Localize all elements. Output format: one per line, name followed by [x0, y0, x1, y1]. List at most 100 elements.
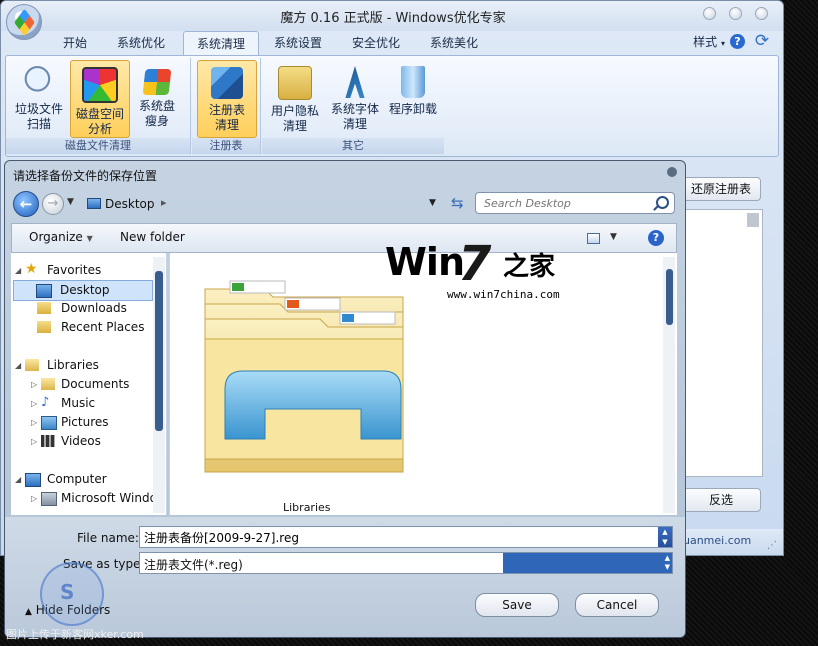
font-clean-label1: 系统字体	[330, 102, 379, 116]
nav-scrollbar-thumb[interactable]	[155, 271, 163, 431]
disk-space-label1: 磁盘空间	[75, 107, 124, 121]
file-scrollbar-thumb[interactable]	[666, 269, 673, 325]
tab-system-clean[interactable]: 系统清理	[183, 31, 259, 56]
history-dropdown-icon[interactable]: ▼	[67, 197, 74, 207]
help-icon[interactable]: ?	[730, 34, 745, 49]
expand-icon[interactable]: ◢	[15, 261, 21, 280]
tab-beautify[interactable]: 系统美化	[417, 31, 491, 55]
refresh-icon[interactable]: ⟳	[753, 32, 771, 50]
save-type-select[interactable]: 注册表文件(*.reg) ▲ ▼	[139, 552, 673, 574]
file-item-label[interactable]: Libraries	[283, 501, 331, 514]
lock-folder-icon	[278, 66, 312, 100]
file-name-dropdown-icon[interactable]: ▲ ▼	[658, 527, 672, 547]
desktop-icon	[87, 198, 101, 209]
save-button[interactable]: Save	[475, 593, 559, 617]
watermark-seven: 7	[458, 236, 492, 292]
upload-caption: 图片上传于新客网xker.com	[6, 628, 144, 641]
dialog-close-button[interactable]	[667, 167, 677, 177]
uninstall-button[interactable]: 程序卸载	[384, 60, 442, 136]
nav-downloads[interactable]: Downloads	[11, 299, 153, 318]
style-menu-label: 样式	[693, 35, 718, 49]
nav-label: Music	[61, 396, 96, 410]
refresh-icon[interactable]: ⇆	[451, 194, 464, 212]
tab-system-settings[interactable]: 系统设置	[261, 31, 335, 55]
navigation-pane: ◢ ★ Favorites Desktop Downloads Recent P…	[11, 253, 167, 515]
organize-button[interactable]: Organize ▼	[29, 230, 93, 244]
file-name-input[interactable]	[144, 529, 644, 545]
chevron-right-icon[interactable]: ▸	[161, 196, 167, 209]
tab-security[interactable]: 安全优化	[339, 31, 413, 55]
nav-label: Downloads	[61, 301, 127, 315]
invert-selection-button[interactable]: 反选	[681, 488, 761, 512]
views-dropdown-icon[interactable]: ▼	[610, 232, 617, 242]
nav-desktop[interactable]: Desktop	[13, 280, 153, 301]
nav-music[interactable]: ▷ ♪ Music	[11, 394, 153, 413]
cube-logo-icon	[14, 8, 35, 37]
site-link[interactable]: uanmei.com	[683, 534, 751, 547]
nav-documents[interactable]: ▷ Documents	[11, 375, 153, 394]
chevron-down-icon: ▼	[86, 234, 93, 243]
seal-letter: S	[60, 580, 75, 604]
expand-icon[interactable]: ▷	[31, 394, 37, 413]
close-button[interactable]	[755, 7, 768, 20]
address-dropdown-icon[interactable]: ▼	[429, 198, 436, 208]
disk-space-button[interactable]: 磁盘空间 分析	[70, 60, 130, 138]
site-seal-logo: S	[40, 562, 104, 626]
junk-scan-button[interactable]: 垃圾文件 扫描	[10, 60, 68, 136]
nav-label: Recent Places	[61, 320, 145, 334]
nav-label: Videos	[61, 434, 101, 448]
nav-label: Documents	[61, 377, 130, 391]
system-slim-label2: 瘦身	[144, 114, 169, 128]
registry-list-scrollbar[interactable]	[747, 213, 759, 227]
address-text[interactable]: Desktop	[105, 197, 155, 211]
nav-favorites[interactable]: ◢ ★ Favorites	[11, 261, 153, 280]
dialog-help-icon[interactable]: ?	[648, 230, 664, 246]
registry-clean-label1: 注册表	[208, 103, 245, 117]
expand-icon[interactable]: ◢	[15, 470, 21, 489]
drive-icon	[41, 492, 57, 506]
videos-icon	[41, 435, 55, 447]
file-name-combobox[interactable]: ▲▼	[139, 526, 673, 548]
search-input[interactable]	[484, 195, 654, 211]
save-type-dropdown-icon[interactable]: ▲ ▼	[665, 554, 670, 572]
views-icon[interactable]	[587, 233, 600, 244]
expand-icon[interactable]: ▷	[31, 375, 37, 394]
file-name-label: File name:	[77, 531, 139, 545]
font-clean-label2: 清理	[342, 117, 367, 131]
privacy-clean-button[interactable]: 用户隐私 清理	[266, 60, 324, 136]
search-icon[interactable]	[656, 196, 669, 209]
minimize-button[interactable]	[703, 7, 716, 20]
tab-start[interactable]: 开始	[47, 31, 103, 55]
search-box[interactable]	[475, 192, 675, 214]
forward-button[interactable]: →	[42, 193, 64, 215]
cancel-button[interactable]: Cancel	[575, 593, 659, 617]
expand-icon[interactable]: ▷	[31, 432, 37, 451]
expand-icon[interactable]: ▷	[31, 413, 37, 432]
computer-icon	[25, 473, 41, 487]
junk-scan-label2: 扫描	[26, 117, 51, 131]
nav-recent-places[interactable]: Recent Places	[11, 318, 153, 337]
maximize-button[interactable]	[729, 7, 742, 20]
nav-computer[interactable]: ◢ Computer	[11, 470, 153, 489]
back-button[interactable]: ←	[13, 191, 39, 217]
dialog-title: 请选择备份文件的保存位置	[13, 169, 158, 183]
registry-list-panel	[681, 209, 763, 477]
nav-label: Libraries	[47, 358, 99, 372]
tab-system-optimize[interactable]: 系统优化	[103, 31, 179, 55]
expand-icon[interactable]: ◢	[15, 356, 21, 375]
nav-label: Desktop	[60, 283, 110, 297]
new-folder-button[interactable]: New folder	[120, 230, 185, 244]
style-menu[interactable]: 样式 ▾	[693, 33, 725, 50]
nav-libraries[interactable]: ◢ Libraries	[11, 356, 153, 375]
restore-registry-button[interactable]: 还原注册表	[681, 177, 761, 201]
app-title: 魔方 0.16 正式版 - Windows优化专家	[280, 11, 506, 26]
font-clean-button[interactable]: 系统字体 清理	[326, 60, 384, 136]
system-slim-button[interactable]: 系统盘 瘦身	[128, 60, 186, 136]
registry-clean-button[interactable]: 注册表 清理	[197, 60, 257, 138]
expand-icon[interactable]: ▷	[31, 489, 37, 508]
nav-videos[interactable]: ▷ Videos	[11, 432, 153, 451]
nav-pictures[interactable]: ▷ Pictures	[11, 413, 153, 432]
app-logo[interactable]	[6, 4, 42, 40]
resize-grip-icon[interactable]: ⋰	[767, 540, 779, 552]
nav-system-drive[interactable]: ▷ Microsoft Windo	[11, 489, 161, 508]
